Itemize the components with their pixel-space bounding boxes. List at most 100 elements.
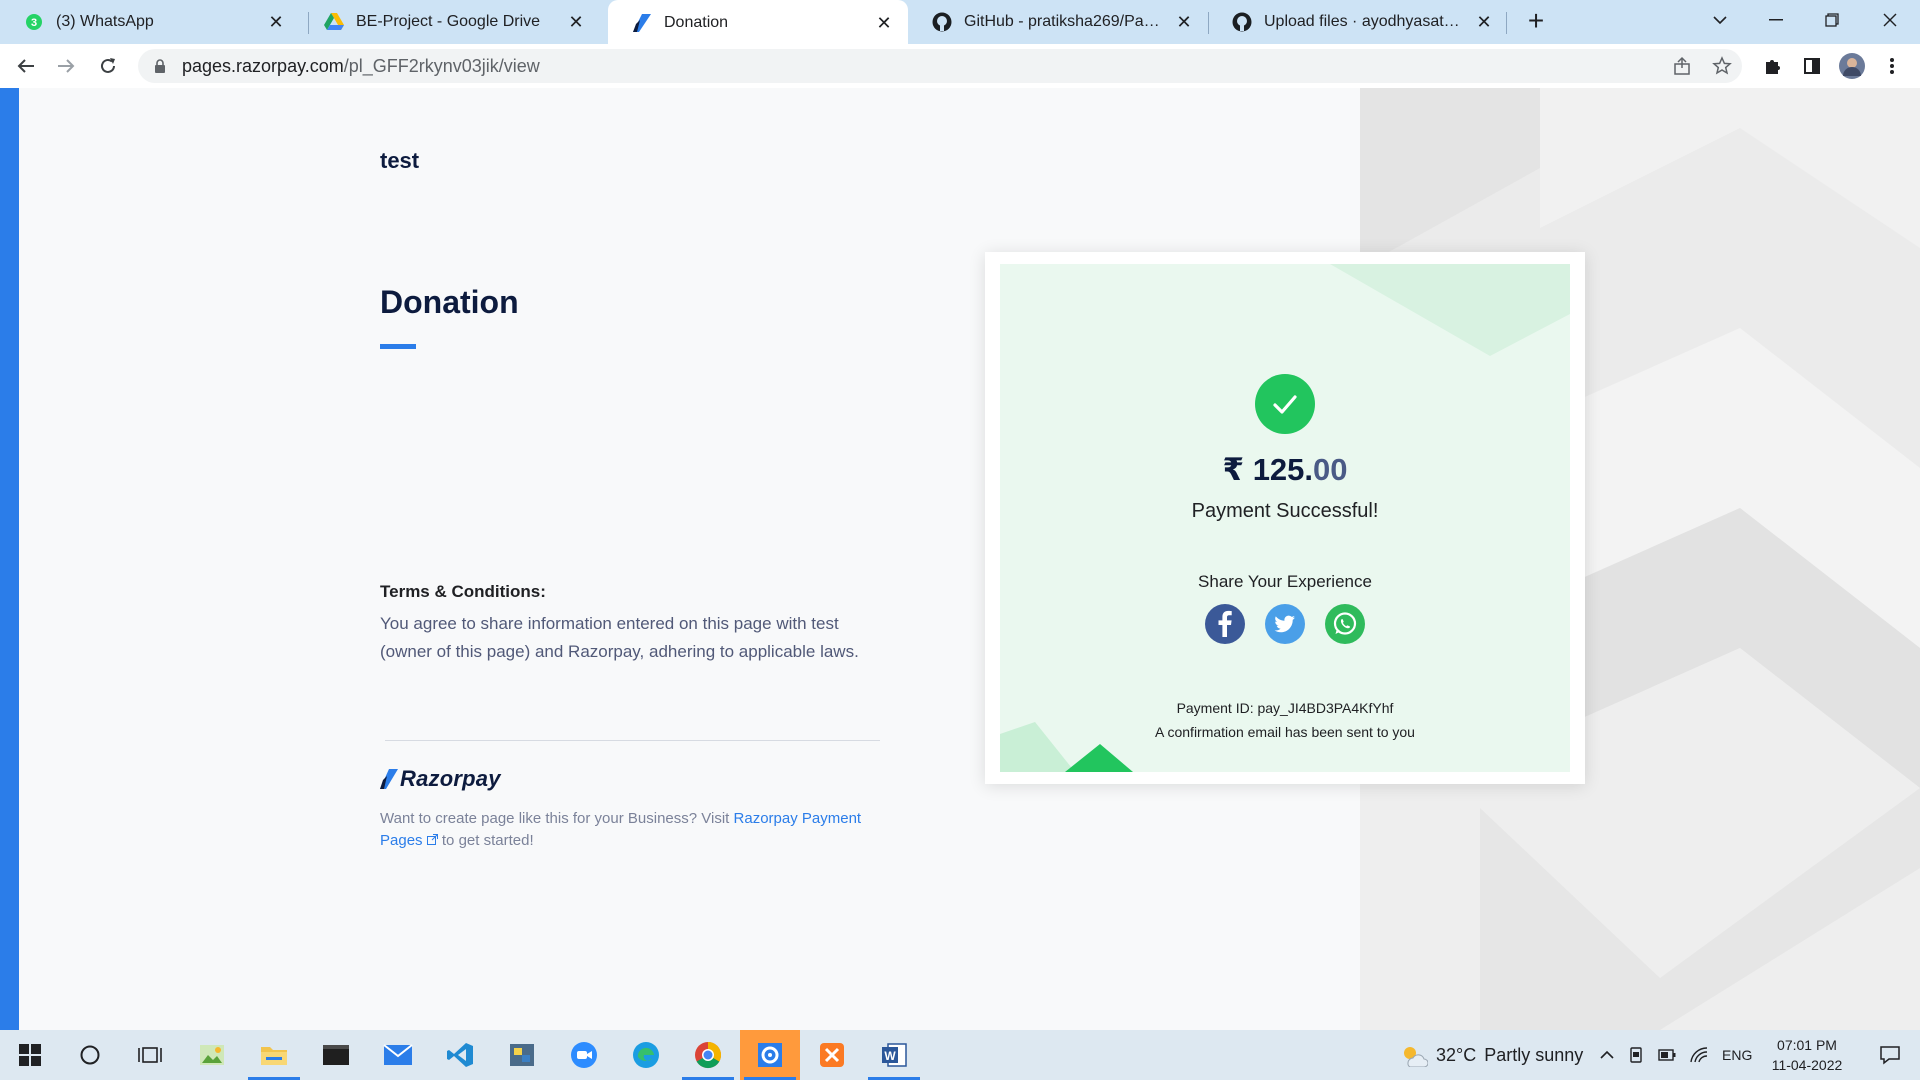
usb-device-icon[interactable] xyxy=(1628,1046,1644,1064)
svg-text:3: 3 xyxy=(31,17,37,29)
terms-heading: Terms & Conditions: xyxy=(380,582,546,601)
taskbar-app-settings[interactable] xyxy=(740,1030,800,1080)
tab-github-payment[interactable]: GitHub - pratiksha269/Payment-I ✕ xyxy=(908,0,1208,44)
close-icon[interactable]: ✕ xyxy=(1474,12,1494,33)
payment-status: Payment Successful! xyxy=(1191,500,1379,522)
gear-icon xyxy=(758,1043,782,1067)
tab-title: Upload files · ayodhyasathe16/Pa xyxy=(1264,13,1466,30)
share-buttons xyxy=(1000,604,1570,644)
taskbar-app-xampp[interactable] xyxy=(802,1030,862,1080)
minimize-button[interactable] xyxy=(1748,0,1804,40)
partly-sunny-icon xyxy=(1404,1047,1428,1067)
reload-button[interactable] xyxy=(92,50,124,82)
facebook-share-button[interactable] xyxy=(1205,604,1245,644)
extensions-icon[interactable] xyxy=(1756,50,1788,82)
payment-amount: ₹ 125.00 xyxy=(1000,452,1570,488)
wifi-icon[interactable] xyxy=(1690,1047,1708,1063)
taskbar-app-edge[interactable] xyxy=(616,1030,676,1080)
folder-icon xyxy=(261,1047,287,1065)
twitter-icon xyxy=(1274,615,1295,633)
restore-button[interactable] xyxy=(1804,0,1860,40)
browser-menu-icon[interactable] xyxy=(1876,50,1908,82)
taskbar: W 32°C Partly sunny ENG 07:01 PM 11-04-2… xyxy=(0,1030,1920,1080)
task-view-button[interactable] xyxy=(120,1030,180,1080)
svg-text:W: W xyxy=(884,1049,896,1063)
taskbar-app-vscode[interactable] xyxy=(430,1030,490,1080)
tab-title: BE-Project - Google Drive xyxy=(356,13,541,30)
taskbar-app-zoom[interactable] xyxy=(554,1030,614,1080)
browser-toolbar: pages.razorpay.com/pl_GFF2rkynv03jik/vie… xyxy=(0,44,1920,88)
razorpay-logo[interactable]: Razorpay xyxy=(380,764,501,794)
chrome-icon xyxy=(695,1041,722,1069)
vscode-icon xyxy=(447,1043,473,1067)
side-panel-icon[interactable] xyxy=(1796,50,1828,82)
promo-suffix: to get started! xyxy=(437,832,534,849)
taskbar-app-python[interactable] xyxy=(492,1030,552,1080)
weather-widget[interactable]: 32°C Partly sunny xyxy=(1400,1030,1583,1080)
back-button[interactable] xyxy=(10,50,42,82)
tab-github-upload[interactable]: Upload files · ayodhyasathe16/Pa ✕ xyxy=(1208,0,1508,44)
amount-decimals: 00 xyxy=(1313,452,1348,487)
bookmark-star-icon[interactable] xyxy=(1706,50,1738,82)
lock-icon[interactable] xyxy=(152,58,168,74)
language-indicator[interactable]: ENG xyxy=(1722,1047,1752,1063)
close-icon[interactable]: ✕ xyxy=(874,13,894,34)
promo-prefix: Want to create page like this for your B… xyxy=(380,810,734,827)
url-text: pages.razorpay.com/pl_GFF2rkynv03jik/vie… xyxy=(182,56,540,77)
xampp-icon xyxy=(820,1043,844,1067)
taskbar-app-terminal[interactable] xyxy=(306,1030,366,1080)
merchant-name: test xyxy=(380,148,420,173)
close-window-button[interactable] xyxy=(1862,0,1918,40)
whatsapp-share-button[interactable] xyxy=(1325,604,1365,644)
tab-title: Donation xyxy=(664,14,729,31)
url-path: /pl_GFF2rkynv03jik/view xyxy=(343,55,540,76)
page-title: Donation xyxy=(380,284,519,320)
razorpay-icon xyxy=(632,13,652,33)
task-view-icon xyxy=(138,1047,162,1063)
clock-time: 07:01 PM xyxy=(1777,1037,1837,1053)
profile-avatar[interactable] xyxy=(1836,50,1868,82)
facebook-icon xyxy=(1218,610,1232,637)
chevron-up-icon[interactable] xyxy=(1600,1050,1614,1060)
start-button[interactable] xyxy=(0,1030,60,1080)
taskbar-app-paint[interactable] xyxy=(182,1030,242,1080)
razorpay-logo-icon xyxy=(380,769,398,789)
taskbar-app-chrome[interactable] xyxy=(678,1030,738,1080)
tab-title: (3) WhatsApp xyxy=(56,13,154,30)
tab-title: GitHub - pratiksha269/Payment-I xyxy=(964,13,1166,30)
new-tab-button[interactable]: + xyxy=(1520,6,1552,38)
razorpay-wordmark: Razorpay xyxy=(400,766,501,791)
mail-icon xyxy=(383,1044,413,1065)
notifications-button[interactable] xyxy=(1860,1030,1920,1080)
clock[interactable]: 07:01 PM 11-04-2022 xyxy=(1762,1035,1852,1075)
whatsapp-icon: 3 xyxy=(24,12,44,32)
twitter-share-button[interactable] xyxy=(1265,604,1305,644)
success-check-icon xyxy=(1255,374,1315,434)
taskbar-app-word[interactable]: W xyxy=(864,1030,924,1080)
accent-sidebar xyxy=(0,88,19,1030)
receipt-panel: ₹ 125.00 Payment Successful! Share Your … xyxy=(1000,264,1570,772)
word-icon: W xyxy=(882,1043,907,1067)
taskbar-app-file-explorer[interactable] xyxy=(244,1030,304,1080)
confirmation-message: A confirmation email has been sent to yo… xyxy=(1155,724,1415,740)
close-icon[interactable]: ✕ xyxy=(1174,12,1194,33)
tab-search-button[interactable] xyxy=(1692,0,1748,40)
amount-whole: 125. xyxy=(1252,452,1314,487)
payment-receipt-card: ₹ 125.00 Payment Successful! Share Your … xyxy=(985,252,1585,784)
terminal-icon xyxy=(323,1045,349,1065)
forward-button[interactable] xyxy=(50,50,82,82)
system-tray: ENG xyxy=(1600,1030,1752,1080)
tab-google-drive[interactable]: BE-Project - Google Drive ✕ xyxy=(300,0,600,44)
share-page-icon[interactable] xyxy=(1666,50,1698,82)
tab-donation[interactable]: Donation ✕ xyxy=(608,0,908,46)
address-bar[interactable]: pages.razorpay.com/pl_GFF2rkynv03jik/vie… xyxy=(138,49,1742,83)
taskbar-app-mail[interactable] xyxy=(368,1030,428,1080)
tab-whatsapp[interactable]: 3 (3) WhatsApp ✕ xyxy=(0,0,300,44)
paint-icon xyxy=(200,1045,224,1065)
weather-temperature: 32°C xyxy=(1436,1044,1477,1065)
close-icon[interactable]: ✕ xyxy=(266,12,286,33)
search-button[interactable] xyxy=(60,1030,120,1080)
external-link-icon xyxy=(426,834,438,845)
close-icon[interactable]: ✕ xyxy=(566,12,586,33)
battery-icon[interactable] xyxy=(1658,1049,1676,1061)
